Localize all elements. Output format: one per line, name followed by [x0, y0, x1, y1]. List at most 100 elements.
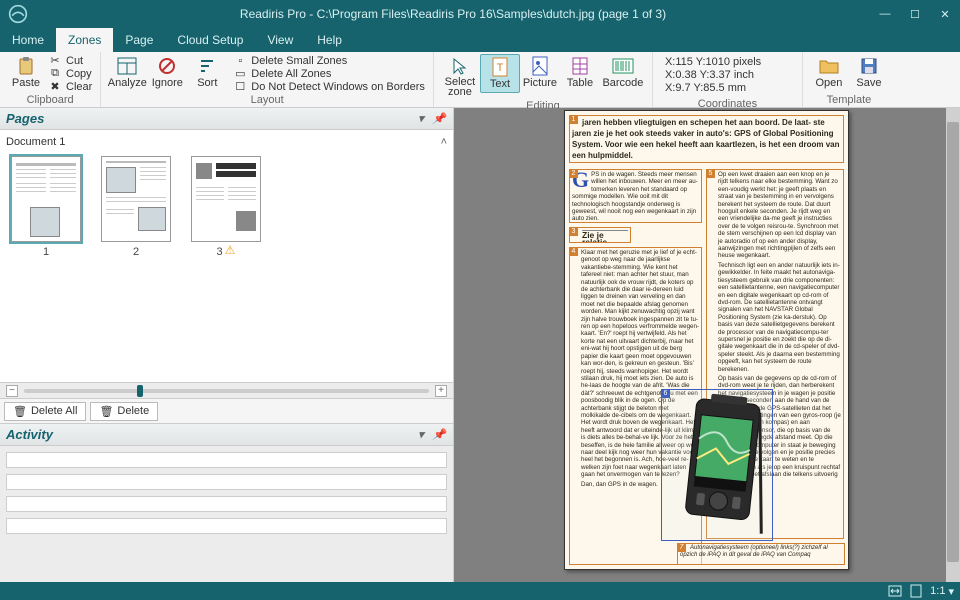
document-viewport[interactable]: 1 jaren hebben vliegtuigen en schepen he… — [454, 108, 960, 582]
menu-bar: Home Zones Page Cloud Setup View Help — [0, 28, 960, 52]
sort-button[interactable]: Sort — [187, 54, 227, 91]
picture-zone-button[interactable]: Picture — [520, 54, 560, 91]
zoom-in-icon[interactable]: + — [435, 385, 447, 397]
close-button[interactable]: ✕ — [930, 0, 960, 28]
pda-device-image — [664, 391, 773, 541]
thumbnail-zoom-slider[interactable]: − + — [0, 382, 453, 398]
delete-small-zones-button[interactable]: ▫Delete Small Zones — [233, 54, 425, 67]
paste-button[interactable]: Paste — [6, 54, 46, 91]
delete-page-button[interactable]: 🗑Delete — [90, 402, 158, 421]
text-zone-icon: T — [488, 57, 512, 77]
status-bar: 1:1 ▾ — [0, 582, 960, 600]
analyze-button[interactable]: Analyze — [107, 54, 147, 91]
zone-number: 1 — [569, 115, 578, 124]
barcode-zone-button[interactable]: Barcode — [600, 54, 646, 91]
menu-home[interactable]: Home — [0, 28, 56, 52]
sort-icon — [195, 56, 219, 76]
clipboard-group-label: Clipboard — [6, 93, 94, 107]
vertical-scrollbar[interactable] — [946, 108, 960, 582]
select-zone-button[interactable]: Select zone — [440, 54, 480, 99]
page-thumbnail-1[interactable]: 1 — [8, 156, 84, 258]
zone-2-text[interactable]: 2 G PS in de wagen. Steeds meer mensen w… — [569, 169, 702, 223]
clear-button[interactable]: ✖Clear — [48, 80, 92, 93]
activity-body — [0, 446, 453, 582]
zone-6-graphic[interactable]: 6 — [661, 389, 773, 541]
layout-group-label: Layout — [107, 93, 427, 107]
text-zone-button[interactable]: TText — [480, 54, 520, 93]
pages-panel-header: Pages ▾ 📌 — [0, 108, 453, 130]
delete-all-pages-button[interactable]: 🗑Delete All — [4, 402, 86, 421]
open-icon — [817, 56, 841, 76]
pages-dropdown-icon[interactable]: ▾ — [413, 111, 429, 127]
zoom-ratio[interactable]: 1:1 ▾ — [930, 585, 954, 598]
activity-panel-title: Activity — [6, 427, 53, 442]
menu-zones[interactable]: Zones — [56, 28, 113, 52]
zone-number: 2 — [569, 169, 578, 178]
ribbon-group-editing: Select zone TText Picture Table Barcode … — [434, 52, 653, 107]
app-logo — [0, 0, 36, 28]
page-thumbnail-2[interactable]: 2 — [98, 156, 174, 258]
warning-icon: ⚠ — [225, 243, 236, 257]
pages-panel-title: Pages — [6, 111, 44, 126]
zone-7-text[interactable]: 7 Autonavigatiesysteem (optioneel) links… — [677, 543, 845, 565]
page-thumbnail-3[interactable]: 3⚠ — [188, 156, 264, 258]
save-template-button[interactable]: Save — [849, 54, 889, 91]
zoom-out-icon[interactable]: − — [6, 385, 18, 397]
ribbon-group-template: Open Save Template — [803, 52, 895, 107]
left-panel: Pages ▾ 📌 Document 1 ˄ — [0, 108, 454, 582]
coordinates-readout: X:115 Y:1010 pixels X:0.38 Y:3.37 inch X… — [659, 54, 767, 97]
pages-pin-icon[interactable]: 📌 — [431, 111, 447, 127]
menu-page[interactable]: Page — [113, 28, 165, 52]
svg-text:T: T — [497, 62, 504, 74]
ribbon-group-layout: Analyze Ignore Sort ▫Delete Small Zones … — [101, 52, 434, 107]
trash-icon: 🗑 — [99, 405, 113, 418]
ribbon-group-clipboard: Paste ✂Cut ⧉Copy ✖Clear Clipboard — [0, 52, 101, 107]
ribbon: Paste ✂Cut ⧉Copy ✖Clear Clipboard Analyz… — [0, 52, 960, 108]
zone-number: 3 — [569, 227, 578, 236]
no-detect-windows-checkbox[interactable]: ☐Do Not Detect Windows on Borders — [233, 80, 425, 93]
paste-icon — [14, 56, 38, 76]
table-zone-button[interactable]: Table — [560, 54, 600, 91]
save-icon — [857, 56, 881, 76]
clear-icon: ✖ — [48, 81, 62, 93]
ribbon-group-coordinates: X:115 Y:1010 pixels X:0.38 Y:3.37 inch X… — [653, 52, 803, 107]
analyze-icon — [115, 56, 139, 76]
zone-number: 7 — [677, 543, 686, 552]
delete-all-icon: ▭ — [233, 68, 247, 80]
open-template-button[interactable]: Open — [809, 54, 849, 91]
cut-button[interactable]: ✂Cut — [48, 54, 92, 67]
zone-number: 5 — [706, 169, 715, 178]
delete-small-icon: ▫ — [233, 55, 247, 67]
table-zone-icon — [568, 56, 592, 76]
activity-row — [6, 496, 447, 512]
pages-body: Document 1 ˄ 1 — [0, 130, 453, 262]
title-bar: Readiris Pro - C:\Program Files\Readiris… — [0, 0, 960, 28]
chevron-down-icon: ▾ — [948, 585, 954, 598]
ignore-button[interactable]: Ignore — [147, 54, 187, 91]
copy-button[interactable]: ⧉Copy — [48, 67, 92, 80]
document-collapse-icon[interactable]: ˄ — [441, 136, 447, 148]
minimize-button[interactable]: — — [870, 0, 900, 28]
template-group-label: Template — [809, 93, 889, 107]
document-page: 1 jaren hebben vliegtuigen en schepen he… — [564, 110, 849, 570]
activity-row — [6, 452, 447, 468]
activity-row — [6, 474, 447, 490]
menu-help[interactable]: Help — [305, 28, 354, 52]
zone-number: 4 — [569, 247, 578, 256]
picture-zone-icon — [528, 56, 552, 76]
zone-1-text[interactable]: 1 jaren hebben vliegtuigen en schepen he… — [569, 115, 844, 163]
zone-3-text[interactable]: 3 Zie je relatie — [569, 227, 631, 243]
window-title: Readiris Pro - C:\Program Files\Readiris… — [36, 7, 870, 21]
activity-row — [6, 518, 447, 534]
cursor-icon — [448, 56, 472, 76]
cut-icon: ✂ — [48, 55, 62, 67]
barcode-zone-icon — [611, 56, 635, 76]
menu-cloud-setup[interactable]: Cloud Setup — [165, 28, 255, 52]
delete-all-zones-button[interactable]: ▭Delete All Zones — [233, 67, 425, 80]
menu-view[interactable]: View — [255, 28, 305, 52]
activity-dropdown-icon[interactable]: ▾ — [413, 427, 429, 443]
maximize-button[interactable]: ☐ — [900, 0, 930, 28]
fit-width-button[interactable] — [888, 585, 902, 597]
activity-pin-icon[interactable]: 📌 — [431, 427, 447, 443]
fit-page-button[interactable] — [910, 584, 922, 598]
